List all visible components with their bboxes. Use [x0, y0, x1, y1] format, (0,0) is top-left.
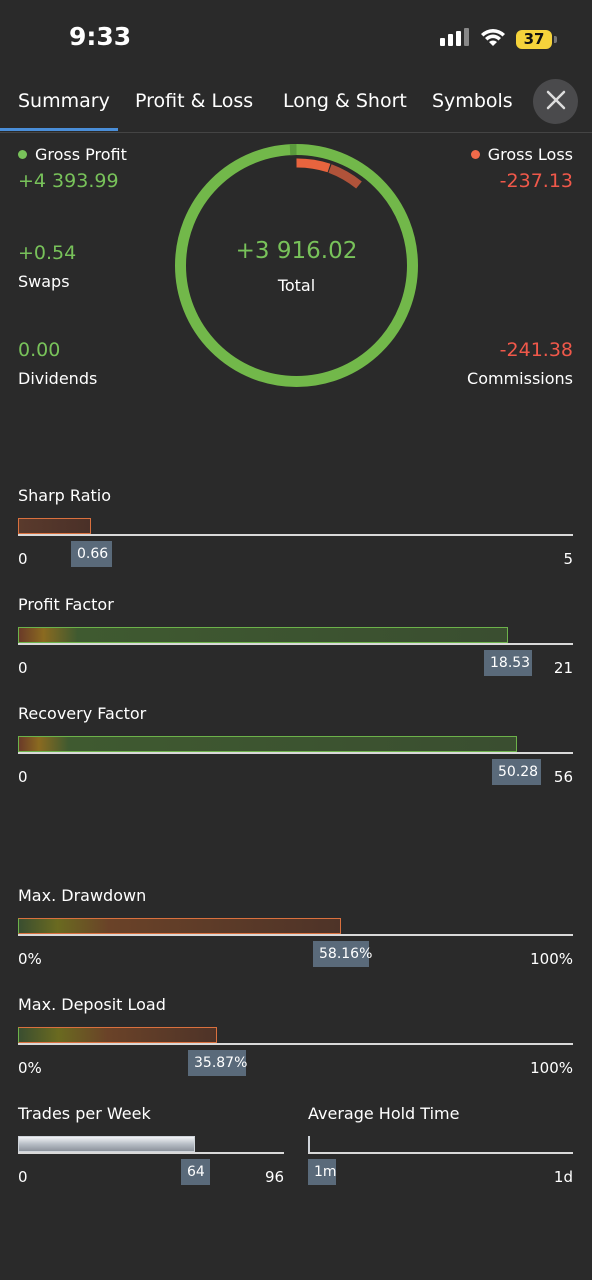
- recovery-factor-value-tag: 50.28: [492, 759, 541, 785]
- battery-icon: 37: [516, 29, 557, 49]
- max-deposit-load-bar: [18, 1027, 217, 1043]
- total-value: +3 916.02: [235, 238, 358, 264]
- max-deposit-load-title: Max. Deposit Load: [18, 995, 166, 1014]
- max-drawdown-value-tag: 58.16%: [313, 941, 372, 967]
- signal-icon: [440, 28, 470, 50]
- max-deposit-load-max: 100%: [530, 1059, 573, 1077]
- trades-per-week-value-tag: 64: [181, 1159, 210, 1185]
- close-icon: [546, 90, 566, 114]
- active-tab-indicator: [0, 128, 118, 131]
- recovery-factor-bar: [18, 736, 517, 752]
- swaps-label: Swaps: [18, 272, 70, 291]
- max-deposit-load-value-tag: 35.87%: [188, 1050, 247, 1076]
- sharp-ratio-min: 0: [18, 550, 28, 568]
- max-deposit-load-min: 0%: [18, 1059, 42, 1077]
- gross-profit-label-wrap: Gross Profit: [18, 145, 127, 164]
- recovery-factor-track: [18, 752, 573, 754]
- tab-bar: Summary Profit & Loss Long & Short Symbo…: [0, 78, 592, 133]
- loss-dot-icon: [470, 150, 480, 159]
- commissions-value: -241.38: [499, 339, 573, 361]
- profit-factor-max: 21: [553, 659, 573, 677]
- trades-per-week-track: [18, 1152, 284, 1154]
- sharp-ratio-max: 5: [563, 550, 573, 568]
- dividends-label: Dividends: [18, 369, 98, 388]
- average-hold-time-title: Average Hold Time: [308, 1104, 460, 1123]
- dividends-value: 0.00: [18, 339, 61, 361]
- max-drawdown-max: 100%: [530, 950, 573, 968]
- profit-factor-track: [18, 643, 573, 645]
- status-time: 9:33: [69, 22, 132, 51]
- tab-profit-loss[interactable]: Profit & Loss: [135, 90, 253, 112]
- average-hold-time-bar: [308, 1136, 310, 1152]
- sharp-ratio-value-tag: 0.66: [71, 541, 112, 567]
- tab-long-short[interactable]: Long & Short: [283, 90, 407, 112]
- average-hold-time-track: [308, 1152, 573, 1154]
- max-deposit-load-track: [18, 1043, 573, 1045]
- max-drawdown-track: [18, 934, 573, 936]
- trades-per-week-title: Trades per Week: [18, 1104, 151, 1123]
- donut-loss-segment: [296, 158, 331, 173]
- profit-factor-min: 0: [18, 659, 28, 677]
- average-hold-time-value-tag: 1m: [308, 1159, 337, 1185]
- close-button[interactable]: [533, 79, 578, 124]
- recovery-factor-title: Recovery Factor: [18, 704, 147, 723]
- gross-loss-label: Gross Loss: [487, 145, 573, 164]
- donut-profit-ring: [175, 144, 418, 387]
- gross-profit-label: Gross Profit: [35, 145, 127, 164]
- wifi-icon: [480, 27, 506, 51]
- sharp-ratio-title: Sharp Ratio: [18, 486, 111, 505]
- max-drawdown-title: Max. Drawdown: [18, 886, 147, 905]
- recovery-factor-min: 0: [18, 768, 28, 786]
- trades-per-week-max: 96: [265, 1168, 285, 1186]
- profit-factor-bar: [18, 627, 508, 643]
- gross-profit-value: +4 393.99: [18, 170, 119, 192]
- commissions-label: Commissions: [467, 369, 573, 388]
- average-hold-time-max: 1d: [553, 1168, 573, 1186]
- sharp-ratio-track: [18, 534, 573, 536]
- trades-per-week-min: 0: [18, 1168, 28, 1186]
- sharp-ratio-bar: [18, 518, 91, 534]
- tab-summary[interactable]: Summary: [18, 90, 110, 112]
- gross-loss-label-wrap: Gross Loss: [470, 145, 573, 164]
- trades-per-week-bar: [18, 1136, 195, 1152]
- tab-symbols[interactable]: Symbols: [432, 90, 513, 112]
- recovery-factor-max: 56: [553, 768, 573, 786]
- profit-factor-title: Profit Factor: [18, 595, 114, 614]
- profit-dot-icon: [18, 150, 27, 159]
- total-label: Total: [277, 276, 316, 295]
- profit-factor-value-tag: 18.53: [484, 650, 532, 676]
- max-drawdown-bar: [18, 918, 341, 934]
- gross-loss-value: -237.13: [499, 170, 573, 192]
- total-donut-chart: [175, 144, 418, 387]
- swaps-value: +0.54: [18, 242, 77, 264]
- status-icons: 37: [440, 27, 557, 51]
- max-drawdown-min: 0%: [18, 950, 42, 968]
